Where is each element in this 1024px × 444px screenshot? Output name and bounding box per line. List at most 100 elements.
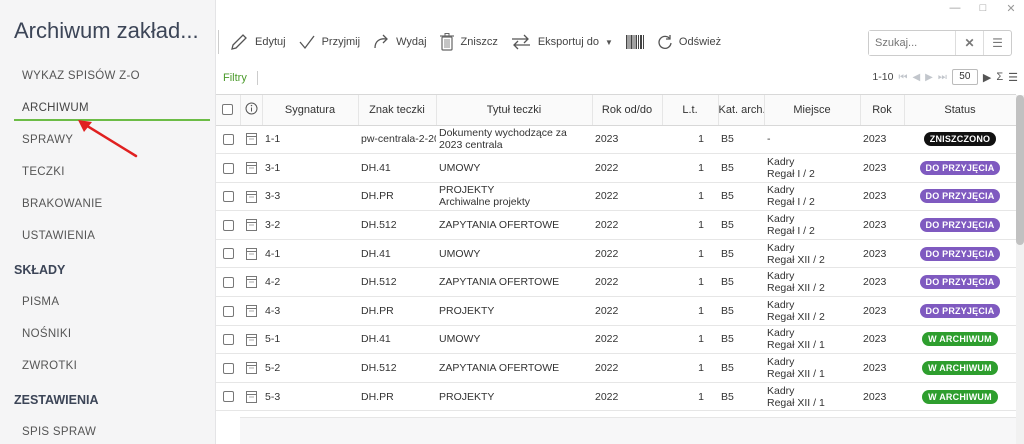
column-header[interactable]: Rok <box>860 95 905 126</box>
column-header[interactable]: Sygnatura <box>262 95 359 126</box>
toolbar: Edytuj Przyjmij Wydaj Zniszcz Eksportuj … <box>216 22 1024 62</box>
column-header[interactable]: Kat. arch. <box>718 95 765 126</box>
miejsce-cell: Kadry Regał XII / 1 <box>764 353 860 383</box>
folder-doc-icon <box>245 190 257 203</box>
column-menu-icon[interactable]: ☰ <box>1008 71 1018 84</box>
close-icon: ✕ <box>964 36 975 50</box>
status-cell: DO PRZYJĘCIA <box>904 182 1016 212</box>
search-input[interactable] <box>869 31 955 55</box>
filters-link[interactable]: Filtry <box>223 72 247 84</box>
rok-od-do-cell: 2022 <box>592 267 662 298</box>
row-checkbox[interactable] <box>216 353 240 383</box>
row-checkbox[interactable] <box>216 325 240 355</box>
row-checkbox[interactable] <box>216 182 240 212</box>
checkbox-icon <box>222 334 234 346</box>
sidebar-item[interactable]: TECZKI <box>0 156 216 188</box>
row-checkbox[interactable] <box>216 125 240 155</box>
row-checkbox[interactable] <box>216 153 240 183</box>
sidebar-item[interactable]: SPIS SPRAW <box>0 416 216 444</box>
minimize-button[interactable]: — <box>948 2 962 15</box>
kat-arch-cell: B5 <box>718 210 764 240</box>
close-button[interactable]: ✕ <box>1004 2 1018 15</box>
row-type-cell <box>240 353 262 383</box>
kat-arch-cell: B5 <box>718 239 764 269</box>
table-row[interactable]: 5-2 DH.512 ZAPYTANIA OFERTOWE 2022 1 B5 Kadry … <box>216 353 1016 383</box>
select-all-checkbox[interactable] <box>216 95 241 126</box>
scrollbar-thumb[interactable] <box>1016 95 1024 245</box>
barcode-button[interactable] <box>619 22 651 62</box>
table-row[interactable]: 5-1 DH.41 UMOWY 2022 1 B5 Kadry Regał XII / 12… <box>216 325 1016 355</box>
column-header[interactable]: Miejsce <box>764 95 861 126</box>
sygnatura-cell: 3-2 <box>262 210 358 240</box>
sum-icon[interactable]: Σ <box>996 71 1003 83</box>
checkbox-icon <box>222 162 234 174</box>
folder-doc-icon <box>245 276 257 289</box>
page-range: 1-10 <box>872 71 894 83</box>
sidebar-item[interactable]: USTAWIENIA <box>0 220 216 252</box>
maximize-button[interactable]: □ <box>976 2 990 15</box>
sidebar-item[interactable]: BRAKOWANIE <box>0 188 216 220</box>
row-checkbox[interactable] <box>216 267 240 298</box>
table-row[interactable]: 1-1 pw-centrala-2-20 Dokumenty wychodzące … <box>216 125 1016 155</box>
checkbox-icon <box>222 134 234 146</box>
znak-cell: DH.PR <box>358 182 436 212</box>
column-header[interactable]: L.t. <box>662 95 719 126</box>
row-checkbox[interactable] <box>216 382 240 412</box>
table-row[interactable]: 4-1 DH.41 UMOWY 2022 1 B5 Kadry Regał XII / 22… <box>216 239 1016 269</box>
miejsce-cell: - <box>764 125 860 155</box>
row-checkbox[interactable] <box>216 210 240 240</box>
sygnatura-cell: 4-2 <box>262 267 358 298</box>
hamburger-icon: ☰ <box>992 36 1003 50</box>
column-header[interactable]: Rok od/do <box>592 95 663 126</box>
status-badge: DO PRZYJĘCIA <box>919 246 1001 261</box>
clear-search-button[interactable]: ✕ <box>955 31 983 55</box>
lt-cell: 1 <box>662 296 718 326</box>
vertical-scrollbar[interactable] <box>1016 95 1024 444</box>
table-row[interactable]: 4-3 DH.PR PROJEKTY 2022 1 B5 Kadry Regał XII /… <box>216 296 1016 326</box>
folder-doc-icon <box>245 247 257 260</box>
column-header[interactable]: Tytuł teczki <box>436 95 593 126</box>
tytul-cell: ZAPYTANIA OFERTOWE <box>436 210 592 240</box>
page-size-input[interactable]: 50 <box>951 69 978 85</box>
column-header[interactable]: Status <box>904 95 1017 126</box>
status-cell: W ARCHIWUM <box>904 382 1016 412</box>
go-page-icon[interactable]: ▶ <box>983 71 991 84</box>
table-row[interactable]: 3-1 DH.41 UMOWY 2022 1 B5 Kadry Regał I / 2 202… <box>216 153 1016 183</box>
column-header[interactable]: Znak teczki <box>358 95 437 126</box>
issue-button[interactable]: Wydaj <box>366 22 432 62</box>
status-cell: DO PRZYJĘCIA <box>904 210 1016 240</box>
rok-od-do-cell: 2022 <box>592 153 662 183</box>
znak-cell: DH.41 <box>358 153 436 183</box>
table-row[interactable]: 3-2 DH.512 ZAPYTANIA OFERTOWE 2022 1 B5 Kadry … <box>216 210 1016 240</box>
first-page-icon[interactable]: ⏮ <box>898 72 907 83</box>
sidebar-item[interactable]: NOŚNIKI <box>0 318 216 350</box>
last-page-icon[interactable]: ⏭ <box>938 72 947 83</box>
accept-button[interactable]: Przyjmij <box>292 22 367 62</box>
rok-od-do-cell: 2022 <box>592 239 662 269</box>
row-checkbox[interactable] <box>216 239 240 269</box>
row-type-cell <box>240 153 262 183</box>
znak-cell: DH.PR <box>358 382 436 412</box>
prev-page-icon[interactable]: ◀ <box>912 72 920 83</box>
menu-button[interactable]: ☰ <box>983 31 1011 55</box>
filters-row: Filtry 1-10 ⏮ ◀ ▶ ⏭ 50 ▶ Σ ☰ <box>216 68 1024 90</box>
lt-cell: 1 <box>662 125 718 155</box>
sidebar-item[interactable]: WYKAZ SPISÓW Z-O <box>0 60 216 92</box>
rok-od-do-cell: 2022 <box>592 210 662 240</box>
edit-button[interactable]: Edytuj <box>223 22 292 62</box>
rok-cell: 2023 <box>860 210 904 240</box>
sidebar-item[interactable]: PISMA <box>0 286 216 318</box>
refresh-label: Odśwież <box>678 36 722 48</box>
next-page-icon[interactable]: ▶ <box>925 72 933 83</box>
refresh-button[interactable]: Odśwież <box>651 22 727 62</box>
table-header: Sygnatura Znak teczki Tytuł teczki Rok o… <box>216 95 1017 126</box>
table-row[interactable]: 3-3 DH.PR PROJEKTY Archiwalne projekty 2022… <box>216 182 1016 212</box>
row-checkbox[interactable] <box>216 296 240 326</box>
destroy-button[interactable]: Zniszcz <box>433 22 504 62</box>
sidebar-item[interactable]: ZWROTKI <box>0 350 216 382</box>
rok-cell: 2023 <box>860 239 904 269</box>
table-row[interactable]: 5-3 DH.PR PROJEKTY 2022 1 B5 Kadry Regał XII /… <box>216 382 1016 412</box>
folder-doc-icon <box>245 304 257 317</box>
export-dropdown-button[interactable]: Eksportuj do ▼ <box>504 22 619 62</box>
table-row[interactable]: 4-2 DH.512 ZAPYTANIA OFERTOWE 2022 1 B5 Kadry … <box>216 267 1016 298</box>
